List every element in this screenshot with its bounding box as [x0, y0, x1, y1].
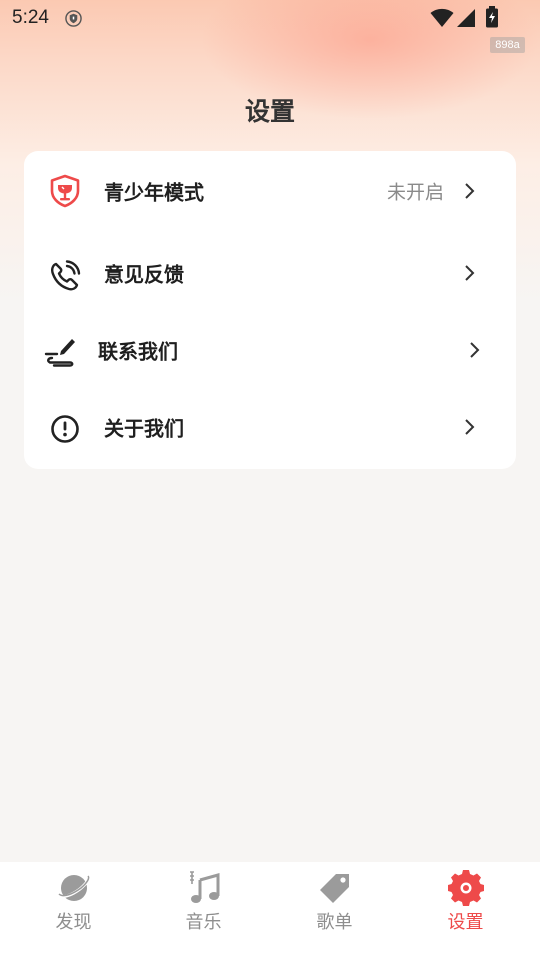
- settings-card: 青少年模式 未开启 意见反馈 联系我们 关于我们: [24, 151, 516, 469]
- chevron-right-icon: [465, 265, 475, 281]
- youth-shield-icon: [50, 174, 80, 208]
- wifi-icon: [430, 8, 454, 27]
- build-tag: 898a: [490, 37, 525, 53]
- settings-row-label: 联系我们: [98, 339, 178, 364]
- pen-sign-icon: [44, 339, 75, 367]
- youth-mode-status: 未开启: [386, 181, 444, 204]
- chevron-right-icon: [465, 419, 475, 435]
- cell-signal-icon: [457, 9, 475, 27]
- status-time: 5:24: [12, 7, 49, 28]
- settings-row-contact[interactable]: 联系我们: [24, 320, 516, 380]
- chevron-right-icon: [470, 342, 480, 358]
- settings-row-label: 意见反馈: [104, 262, 184, 287]
- tab-label: 发现: [55, 912, 92, 933]
- bottom-tab-bar: 发现 音乐 歌单 设置: [0, 862, 540, 960]
- tab-playlist[interactable]: 歌单: [267, 862, 402, 960]
- settings-row-about[interactable]: 关于我们: [24, 397, 516, 457]
- page-title: 设置: [244, 97, 295, 126]
- status-bar: 5:24 898a: [0, 0, 540, 53]
- settings-row-youth-mode[interactable]: 青少年模式 未开启: [24, 161, 516, 221]
- tab-label: 设置: [447, 912, 484, 933]
- gear-icon: [447, 870, 484, 906]
- tab-discover[interactable]: 发现: [6, 862, 141, 960]
- shield-status-icon: [65, 10, 82, 27]
- tab-settings[interactable]: 设置: [398, 862, 533, 960]
- battery-icon: [486, 6, 498, 28]
- tab-label: 歌单: [316, 912, 353, 933]
- tab-label: 音乐: [185, 912, 222, 933]
- planet-icon: [56, 872, 91, 901]
- settings-row-feedback[interactable]: 意见反馈: [24, 243, 516, 303]
- music-note-icon: [189, 871, 219, 903]
- tab-music[interactable]: 音乐: [136, 862, 271, 960]
- phone-feedback-icon: [51, 260, 81, 291]
- tag-icon: [319, 874, 349, 903]
- chevron-right-icon: [465, 183, 475, 199]
- settings-row-label: 青少年模式: [104, 180, 204, 205]
- info-exclamation-icon: [51, 415, 79, 443]
- settings-row-label: 关于我们: [104, 416, 184, 441]
